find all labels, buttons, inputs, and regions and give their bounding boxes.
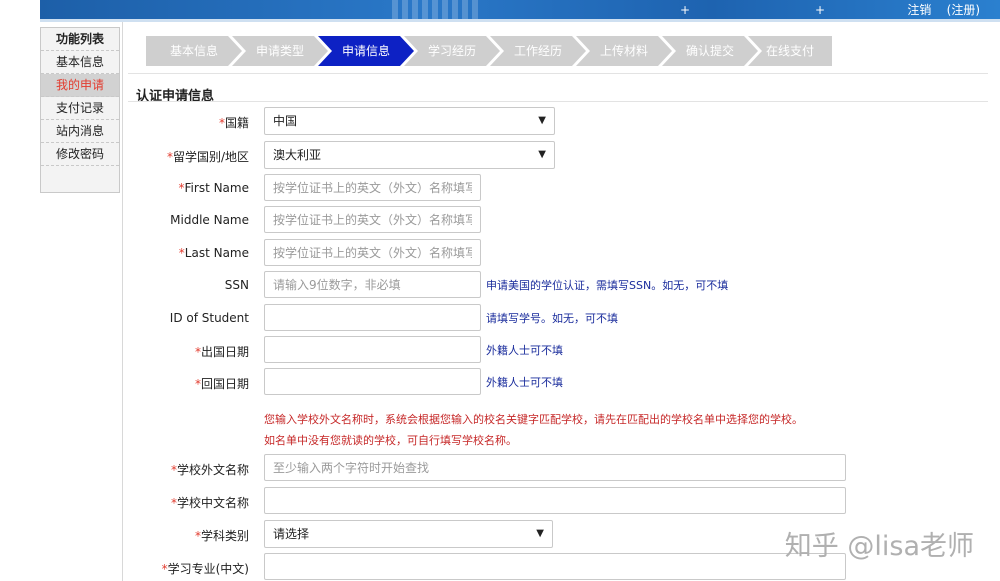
departure-date-hint: 外籍人士可不填 — [486, 344, 563, 357]
major-cn-input[interactable] — [264, 553, 846, 580]
banner-plus-icon: + — [680, 3, 691, 17]
first-name-label: *First Name — [178, 181, 249, 195]
study-country-value: 澳大利亚 — [273, 148, 322, 162]
school-chinese-name-input[interactable] — [264, 487, 846, 514]
first-name-input[interactable] — [264, 174, 481, 201]
sidebar-item-messages[interactable]: 站内消息 — [41, 120, 119, 143]
return-date-input[interactable] — [264, 368, 481, 395]
sidebar: 功能列表 基本信息 我的申请 支付记录 站内消息 修改密码 — [40, 27, 120, 193]
step-confirm-submit: 确认提交 — [662, 36, 758, 66]
sidebar-item-payment-records[interactable]: 支付记录 — [41, 97, 119, 120]
subject-category-label: *学科类别 — [194, 529, 249, 543]
middle-name-input[interactable] — [264, 206, 481, 233]
last-name-label: *Last Name — [178, 246, 249, 260]
step-application-type: 申请类型 — [232, 36, 328, 66]
sidebar-item-change-password[interactable]: 修改密码 — [41, 143, 119, 166]
return-date-hint: 外籍人士可不填 — [486, 376, 563, 389]
divider — [128, 101, 988, 102]
middle-name-label: Middle Name — [170, 213, 249, 227]
sidebar-item-basic-info[interactable]: 基本信息 — [41, 51, 119, 74]
divider — [128, 73, 988, 74]
ssn-label: SSN — [224, 278, 249, 292]
sidebar-title: 功能列表 — [41, 28, 119, 51]
step-application-info: 申请信息 — [318, 36, 414, 66]
top-banner: + + 注销 (注册) — [40, 0, 1000, 19]
last-name-input[interactable] — [264, 239, 481, 266]
school-matching-note: 您输入学校外文名称时，系统会根据您输入的校名关键字匹配学校，请先在匹配出的学校名… — [264, 413, 803, 426]
student-id-label: ID of Student — [169, 311, 249, 325]
student-id-hint: 请填写学号。如无，可不填 — [486, 312, 618, 325]
school-foreign-label: *学校外文名称 — [170, 463, 249, 477]
study-country-label: *留学国别/地区 — [166, 150, 249, 164]
banner-plus-icon: + — [815, 3, 826, 17]
departure-date-input[interactable] — [264, 336, 481, 363]
subject-category-value: 请选择 — [273, 527, 310, 541]
nationality-value: 中国 — [273, 114, 298, 128]
nationality-select[interactable]: 中国 ▼ — [264, 107, 555, 135]
step-upload-materials: 上传材料 — [576, 36, 672, 66]
study-country-select[interactable]: 澳大利亚 ▼ — [264, 141, 555, 169]
step-basic-info: 基本信息 — [146, 36, 242, 66]
step-work-history: 工作经历 — [490, 36, 586, 66]
step-study-history: 学习经历 — [404, 36, 500, 66]
school-chinese-label: *学校中文名称 — [170, 496, 249, 510]
user-links[interactable]: 注销 (注册) — [907, 1, 980, 18]
sidebar-item-my-applications[interactable]: 我的申请 — [41, 74, 119, 97]
watermark: 知乎 @lisa老师 — [784, 531, 974, 562]
content-divider — [122, 22, 123, 581]
step-online-payment: 在线支付 — [748, 36, 832, 66]
banner-divider — [40, 19, 1000, 22]
subject-category-select[interactable]: 请选择 ▼ — [264, 520, 553, 548]
student-id-input[interactable] — [264, 304, 481, 331]
banner-decoration — [392, 0, 482, 19]
dropdown-arrow-icon: ▼ — [536, 528, 544, 539]
nationality-label: *国籍 — [218, 116, 249, 130]
ssn-input[interactable] — [264, 271, 481, 298]
dropdown-arrow-icon: ▼ — [538, 149, 546, 160]
return-date-label: *回国日期 — [194, 377, 249, 391]
school-foreign-name-input[interactable] — [264, 454, 846, 481]
dropdown-arrow-icon: ▼ — [538, 115, 546, 126]
ssn-hint: 申请美国的学位认证，需填写SSN。如无，可不填 — [486, 279, 729, 292]
departure-date-label: *出国日期 — [194, 345, 249, 359]
major-cn-label: *学习专业(中文) — [161, 562, 249, 576]
school-manual-note: 如名单中没有您就读的学校，可自行填写学校名称。 — [264, 434, 517, 447]
